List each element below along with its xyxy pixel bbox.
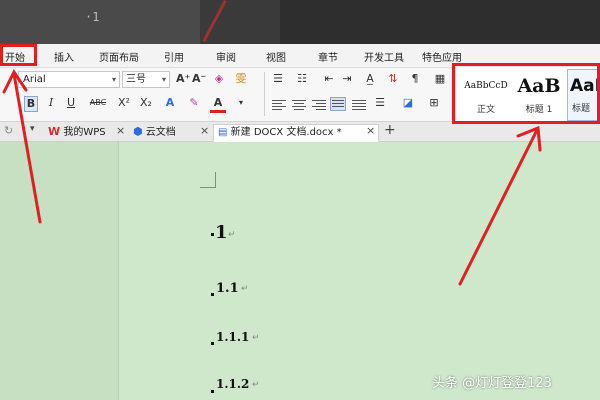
- annotation-arrow-right: [458, 128, 539, 286]
- annotation-arrows: [2, 69, 542, 286]
- annotation-arrow-left: [12, 72, 42, 224]
